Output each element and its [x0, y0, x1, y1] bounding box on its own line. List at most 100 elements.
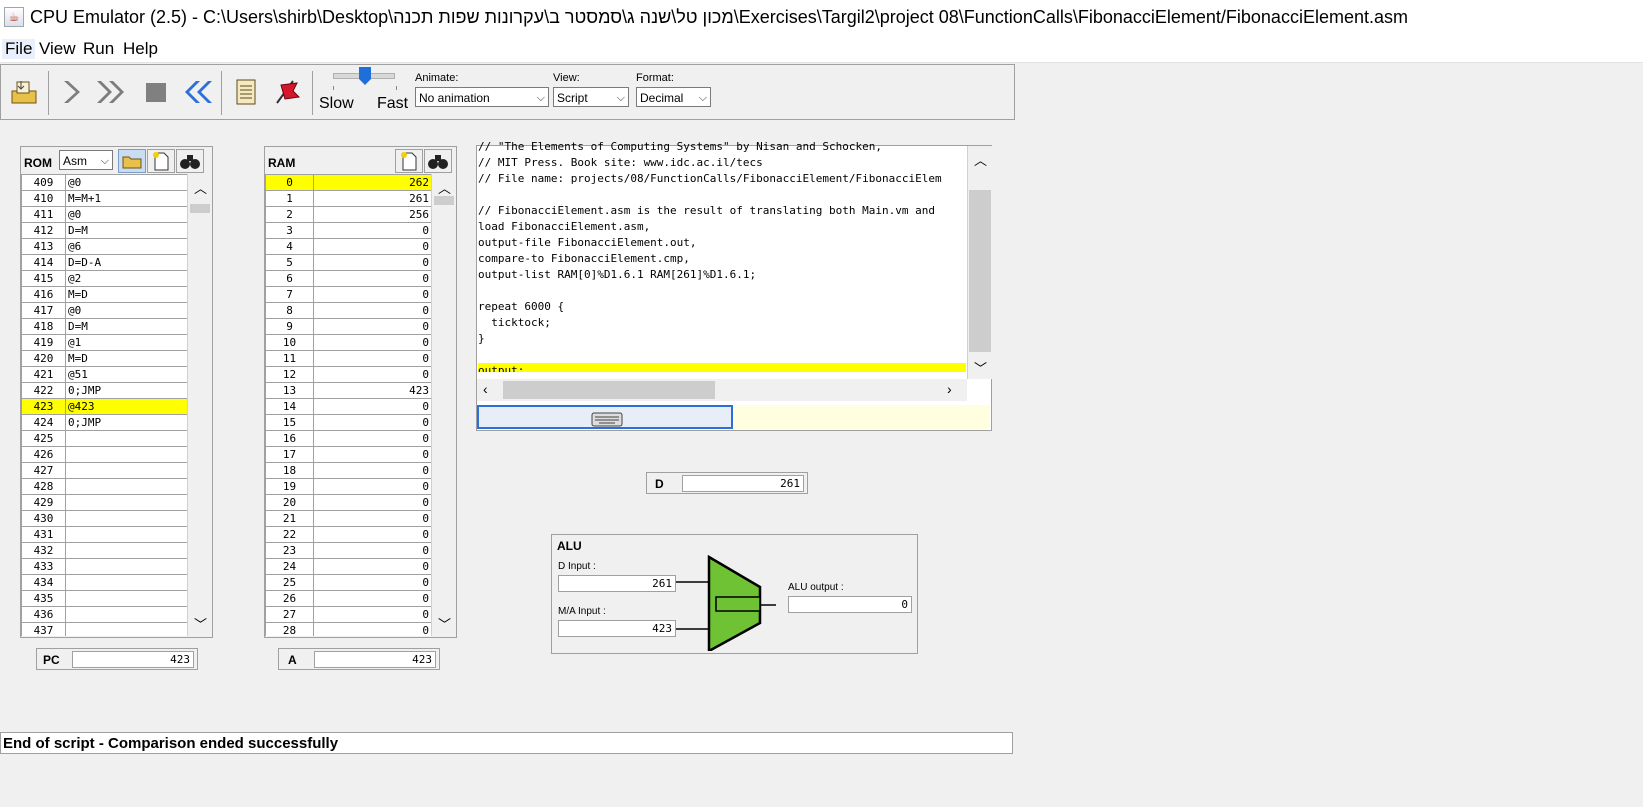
ram-row[interactable]: 13 423: [265, 382, 431, 399]
rom-row-value[interactable]: 0;JMP: [65, 414, 187, 431]
ram-row-value[interactable]: 0: [313, 270, 431, 287]
rom-row[interactable]: 421 @51: [21, 366, 187, 383]
script-button[interactable]: [231, 77, 261, 107]
ram-row-value[interactable]: 0: [313, 430, 431, 447]
rom-row[interactable]: 411 @0: [21, 206, 187, 223]
rom-scroll-thumb[interactable]: [190, 204, 210, 213]
reset-button[interactable]: [179, 77, 212, 107]
ram-row[interactable]: 50: [265, 254, 431, 271]
ram-row-value[interactable]: 0: [313, 622, 431, 636]
chevron-up-icon[interactable]: ︿: [974, 150, 987, 169]
ram-row-value[interactable]: 0: [313, 590, 431, 607]
rom-row[interactable]: 432: [21, 542, 187, 559]
ram-row[interactable]: 40: [265, 238, 431, 255]
rom-row-value[interactable]: [65, 430, 187, 447]
ram-row-value[interactable]: 0: [313, 478, 431, 495]
rom-row[interactable]: 437: [21, 622, 187, 636]
chevron-up-icon[interactable]: ︿: [194, 178, 207, 197]
ram-row-value[interactable]: 0: [313, 318, 431, 335]
rom-row-value[interactable]: [65, 478, 187, 495]
find-ram-button[interactable]: [424, 149, 452, 173]
rom-row-value[interactable]: [65, 606, 187, 623]
script-vscroll-thumb[interactable]: [969, 190, 991, 352]
ram-scrollbar[interactable]: ︿ ﹀: [431, 174, 456, 636]
rom-row[interactable]: 429: [21, 494, 187, 511]
rom-row[interactable]: 415 @2: [21, 270, 187, 287]
ram-row-value[interactable]: 0: [313, 606, 431, 623]
menu-file[interactable]: File: [2, 39, 36, 59]
rom-row-value[interactable]: 0;JMP: [65, 382, 187, 399]
script-input-field[interactable]: [477, 405, 733, 429]
rom-format-select[interactable]: Asm ⌵: [59, 150, 113, 170]
ram-row-value[interactable]: 0: [313, 302, 431, 319]
rom-row[interactable]: 410 M=M+1: [21, 190, 187, 207]
rom-row[interactable]: 419 @1: [21, 334, 187, 351]
ram-row-value[interactable]: 0: [313, 574, 431, 591]
rom-row-value[interactable]: @51: [65, 366, 187, 383]
rom-row-value[interactable]: D=M: [65, 222, 187, 239]
rom-row-value[interactable]: [65, 574, 187, 591]
rom-row-value[interactable]: [65, 446, 187, 463]
menu-help[interactable]: Help: [120, 39, 161, 59]
chevron-left-icon[interactable]: ‹: [483, 381, 488, 397]
ram-row[interactable]: 19 0: [265, 478, 431, 495]
ram-row[interactable]: 11 0: [265, 350, 431, 367]
rom-row[interactable]: 417 @0: [21, 302, 187, 319]
ram-row[interactable]: 18 0: [265, 462, 431, 479]
rom-row[interactable]: 425: [21, 430, 187, 447]
ram-row-value[interactable]: 0: [313, 350, 431, 367]
rom-row-value[interactable]: @6: [65, 238, 187, 255]
view-select[interactable]: Script ⌵: [553, 87, 629, 107]
rom-row-value[interactable]: @0: [65, 174, 187, 191]
chevron-down-icon[interactable]: ﹀: [194, 614, 207, 633]
script-horizontal-scrollbar[interactable]: ‹ ›: [477, 379, 967, 401]
ram-row-value[interactable]: 262: [313, 174, 431, 191]
ram-row[interactable]: 24 0: [265, 558, 431, 575]
rom-row-value[interactable]: @0: [65, 206, 187, 223]
ram-row-value[interactable]: 0: [313, 526, 431, 543]
chevron-right-icon[interactable]: ›: [947, 381, 952, 397]
ram-row-value[interactable]: 0: [313, 398, 431, 415]
rom-row-value[interactable]: [65, 558, 187, 575]
ram-row[interactable]: 2 256: [265, 206, 431, 223]
new-rom-button[interactable]: [147, 149, 175, 173]
ram-row[interactable]: 21 0: [265, 510, 431, 527]
speed-slider-thumb[interactable]: [359, 67, 371, 85]
ram-row-value[interactable]: 0: [313, 558, 431, 575]
script-text[interactable]: // "The Elements of Computing Systems" b…: [478, 139, 966, 372]
rom-row[interactable]: 422 0;JMP: [21, 382, 187, 399]
rom-row[interactable]: 433: [21, 558, 187, 575]
ram-row[interactable]: 27 0: [265, 606, 431, 623]
rom-row-value[interactable]: [65, 526, 187, 543]
rom-row-value[interactable]: [65, 542, 187, 559]
breakpoints-button[interactable]: [271, 77, 301, 107]
rom-row[interactable]: 412 D=M: [21, 222, 187, 239]
ram-row[interactable]: 16 0: [265, 430, 431, 447]
rom-row-value[interactable]: [65, 462, 187, 479]
ram-row-value[interactable]: 0: [313, 446, 431, 463]
ram-row[interactable]: 30: [265, 222, 431, 239]
chevron-up-icon[interactable]: ︿: [438, 178, 451, 197]
ram-row[interactable]: 80: [265, 302, 431, 319]
new-ram-button[interactable]: [395, 149, 423, 173]
rom-row-value[interactable]: @423: [65, 398, 187, 415]
ram-row-value[interactable]: 0: [313, 414, 431, 431]
ram-row-value[interactable]: 0: [313, 254, 431, 271]
ram-row-value[interactable]: 0: [313, 222, 431, 239]
ram-row[interactable]: 70: [265, 286, 431, 303]
rom-row[interactable]: 424 0;JMP: [21, 414, 187, 431]
ram-row-value[interactable]: 0: [313, 462, 431, 479]
rom-row[interactable]: 423 @423: [21, 398, 187, 415]
ram-row-value[interactable]: 423: [313, 382, 431, 399]
rom-row-value[interactable]: D=D-A: [65, 254, 187, 271]
rom-row[interactable]: 427: [21, 462, 187, 479]
rom-row[interactable]: 435: [21, 590, 187, 607]
ram-row-value[interactable]: 256: [313, 206, 431, 223]
rom-row-value[interactable]: @0: [65, 302, 187, 319]
ram-row[interactable]: 23 0: [265, 542, 431, 559]
ram-row[interactable]: 0 262: [265, 174, 431, 191]
rom-row-value[interactable]: [65, 510, 187, 527]
ram-row-value[interactable]: 261: [313, 190, 431, 207]
rom-scrollbar[interactable]: ︿ ﹀: [187, 174, 212, 636]
rom-row[interactable]: 414 D=D-A: [21, 254, 187, 271]
